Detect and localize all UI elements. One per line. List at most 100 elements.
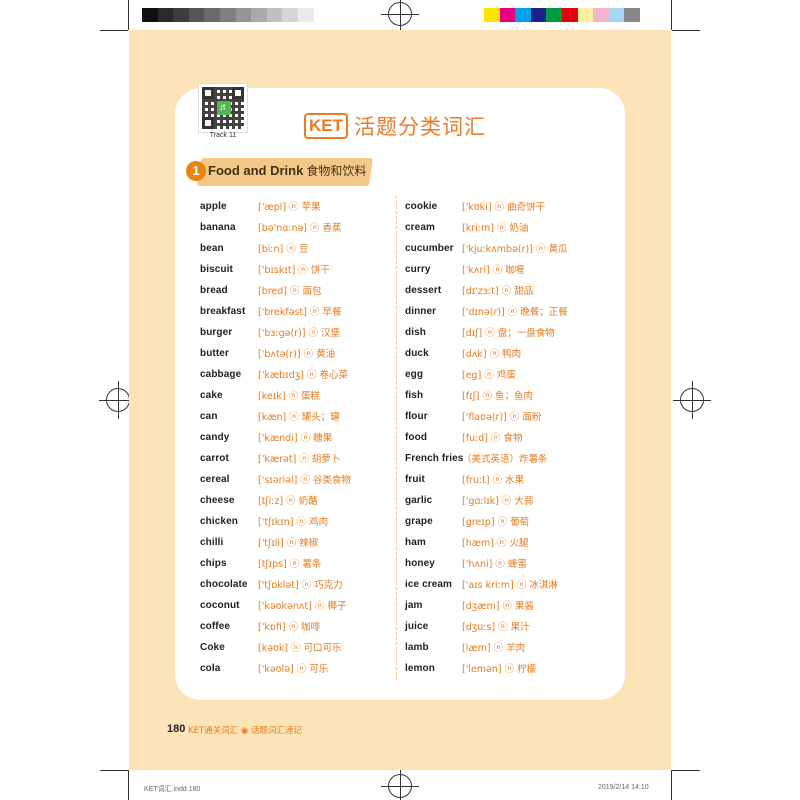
vocab-word: chips xyxy=(200,557,227,569)
registration-mark xyxy=(381,767,419,800)
vocab-word: cheese xyxy=(200,494,235,506)
vocab-word: cookie xyxy=(405,200,438,212)
vocab-definition: ['kəʊlə] ⓝ 可乐 xyxy=(258,664,329,675)
vocab-definition: [dʒuːs] ⓝ 果汁 xyxy=(462,622,530,633)
vocab-definition: [kriːm] ⓝ 奶油 xyxy=(462,223,529,234)
title-text: 活题分类词汇 xyxy=(354,115,486,139)
color-swatch xyxy=(561,8,578,22)
vocab-word: cola xyxy=(200,662,221,674)
registration-mark xyxy=(673,381,711,419)
registration-mark xyxy=(381,0,419,33)
vocab-word: fruit xyxy=(405,473,425,485)
color-swatch xyxy=(546,8,562,22)
vocab-row: dish [dɪʃ] ⓝ 盘；一盘食物 xyxy=(405,324,555,340)
vocab-definition: [kæn] ⓝ 罐头；罐 xyxy=(258,412,340,423)
vocab-word: jam xyxy=(405,599,423,611)
vocab-row: chicken ['tʃɪkɪn] ⓝ 鸡肉 xyxy=(200,513,328,529)
vocab-row: fruit [fruːt] ⓝ 水果 xyxy=(405,471,524,487)
vocab-row: dinner ['dɪnə(r)] ⓝ 晚餐；正餐 xyxy=(405,303,568,319)
color-swatch xyxy=(593,8,609,22)
vocab-definition: ['tʃɪli] ⓝ 辣椒 xyxy=(258,538,319,549)
vocab-definition: [eg] ⓝ 鸡蛋 xyxy=(462,370,516,381)
vocab-row: candy ['kændi] ⓝ 糖果 xyxy=(200,429,332,445)
vocab-word: chicken xyxy=(200,515,238,527)
vocab-definition: ['bɜːgə(r)] ⓝ 汉堡 xyxy=(258,328,341,339)
vocab-definition: ['kærət] ⓝ 胡萝卜 xyxy=(258,454,341,465)
registration-mark xyxy=(99,381,137,419)
vocab-row: juice [dʒuːs] ⓝ 果汁 xyxy=(405,618,530,634)
vocab-row: flour ['flaʊə(r)] ⓝ 面粉 xyxy=(405,408,541,424)
vocab-word: chocolate xyxy=(200,578,248,590)
vocab-word: Coke xyxy=(200,641,225,653)
color-swatch xyxy=(313,8,330,22)
vocab-word: lemon xyxy=(405,662,435,674)
vocab-definition: [bred] ⓝ 面包 xyxy=(258,286,322,297)
vocab-row: food [fuːd] ⓝ 食物 xyxy=(405,429,523,445)
color-swatch xyxy=(499,8,516,22)
vocab-row: butter ['bʌtə(r)] ⓝ 黄油 xyxy=(200,345,335,361)
vocab-row: ice cream ['aɪs kriːm] ⓝ 冰淇淋 xyxy=(405,576,558,592)
color-swatch xyxy=(515,8,531,22)
vocab-word: egg xyxy=(405,368,424,380)
vocab-word: fish xyxy=(405,389,424,401)
slug-timestamp: 2019/2/14 14:10 xyxy=(598,784,649,791)
vocab-word: cream xyxy=(405,221,435,233)
color-swatch xyxy=(484,8,500,22)
vocab-definition: ['hʌni] ⓝ 蜂蜜 xyxy=(462,559,527,570)
vocab-row: fish [fɪʃ] ⓝ 鱼；鱼肉 xyxy=(405,387,533,403)
vocab-word: biscuit xyxy=(200,263,233,275)
qr-finder xyxy=(202,117,214,129)
vocab-row: lemon ['lemən] ⓝ 柠檬 xyxy=(405,660,536,676)
vocab-definition: ['æpl] ⓝ 苹果 xyxy=(258,202,321,213)
vocab-word: garlic xyxy=(405,494,433,506)
vocab-word: curry xyxy=(405,263,431,275)
color-swatch xyxy=(530,8,547,22)
color-swatch xyxy=(251,8,267,22)
vocab-definition: [fruːt] ⓝ 水果 xyxy=(462,475,525,486)
vocab-word: ice cream xyxy=(405,578,453,590)
vocab-word: burger xyxy=(200,326,233,338)
vocab-row: breakfast ['brekfəst] ⓝ 早餐 xyxy=(200,303,342,319)
vocab-word: French fries xyxy=(405,452,464,464)
vocab-definition: [fɪʃ] ⓝ 鱼；鱼肉 xyxy=(462,391,534,402)
color-swatch xyxy=(266,8,283,22)
vocab-definition: ['aɪs kriːm] ⓝ 冰淇淋 xyxy=(462,580,558,591)
vocab-row: cereal ['sɪəriəl] ⓝ 谷类食物 xyxy=(200,471,351,487)
qr-code[interactable]: ♬ xyxy=(198,83,248,133)
vocab-definition: （美式英语）炸薯条 xyxy=(462,454,548,465)
vocab-row: French fries （美式英语）炸薯条 xyxy=(405,450,548,466)
vocab-word: lamb xyxy=(405,641,429,653)
vocab-row: can [kæn] ⓝ 罐头；罐 xyxy=(200,408,340,424)
crop-mark xyxy=(128,770,129,800)
vocab-word: bean xyxy=(200,242,224,254)
color-swatch xyxy=(608,8,625,22)
vocab-word: coffee xyxy=(200,620,231,632)
crop-mark xyxy=(671,770,672,800)
qr-finder xyxy=(232,87,244,99)
vocab-definition: [dɪ'zɜːt] ⓝ 甜品 xyxy=(462,286,534,297)
vocab-definition: ['kæbɪdʒ] ⓝ 卷心菜 xyxy=(258,370,348,381)
vocab-definition: ['kjuːkʌmbə(r)] ⓝ 黄瓜 xyxy=(462,244,568,255)
vocab-row: coconut ['kəʊkənʌt] ⓝ 椰子 xyxy=(200,597,347,613)
vocab-word: chilli xyxy=(200,536,224,548)
qr-finder xyxy=(202,87,214,99)
section-title-en: Food and Drink xyxy=(208,163,304,178)
vocab-row: cream [kriːm] ⓝ 奶油 xyxy=(405,219,528,235)
qr-pattern: ♬ xyxy=(202,87,244,129)
vocab-definition: ['kʌri] ⓝ 咖喱 xyxy=(462,265,525,276)
vocab-word: food xyxy=(405,431,428,443)
vocab-definition: ['flaʊə(r)] ⓝ 面粉 xyxy=(462,412,542,423)
vocab-definition: ['tʃɪkɪn] ⓝ 鸡肉 xyxy=(258,517,329,528)
vocab-row: coffee ['kɒfi] ⓝ 咖啡 xyxy=(200,618,320,634)
vocab-word: breakfast xyxy=(200,305,246,317)
vocab-row: Coke [kəʊk] ⓝ 可口可乐 xyxy=(200,639,342,655)
vocab-row: honey ['hʌni] ⓝ 蜂蜜 xyxy=(405,555,527,571)
vocab-word: grape xyxy=(405,515,433,527)
vocab-definition: [tʃiːz] ⓝ 奶酪 xyxy=(258,496,318,507)
vocab-row: burger ['bɜːgə(r)] ⓝ 汉堡 xyxy=(200,324,340,340)
vocab-word: honey xyxy=(405,557,435,569)
vocab-row: curry ['kʌri] ⓝ 咖喱 xyxy=(405,261,524,277)
crop-mark xyxy=(672,770,700,771)
column-divider xyxy=(396,196,397,680)
page-number: 180 xyxy=(167,723,186,735)
